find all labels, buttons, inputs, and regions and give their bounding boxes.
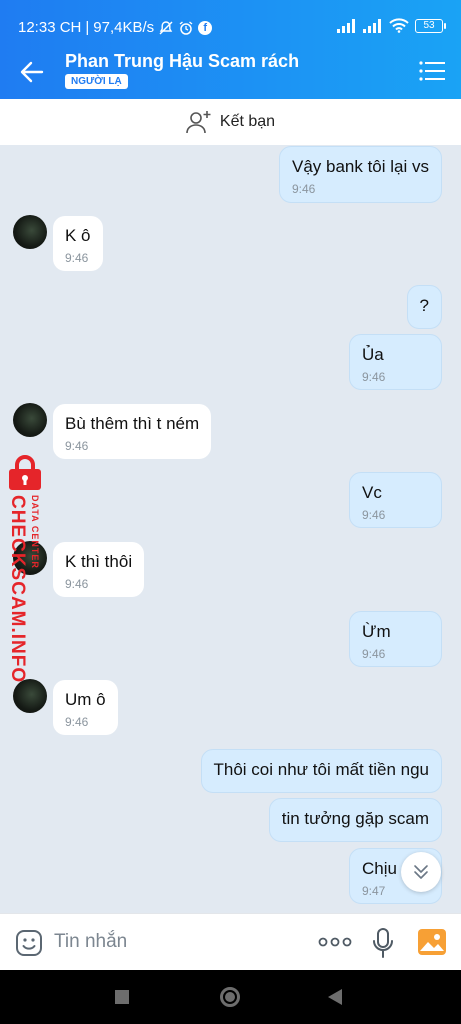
message-list[interactable]: Vậy bank tôi lại vs 9:46 K ô 9:46 ? Ủa 9… (0, 145, 461, 913)
watermark-main-text: CHECKSCAM.INFO (7, 495, 28, 684)
message-text: Vc (362, 483, 382, 502)
message-time: 9:46 (65, 251, 89, 265)
watermark-sub-text: DATA CENTER (30, 495, 40, 569)
add-friend-label: Kết bạn (219, 113, 276, 130)
message-time: 9:46 (65, 439, 89, 453)
message-text: tin tưởng gặp scam (281, 809, 429, 828)
recent-apps-button[interactable] (115, 990, 129, 1004)
facebook-icon: f (198, 20, 213, 35)
message-text: K thì thôi (65, 552, 133, 571)
conversation-title[interactable]: Phan Trung Hậu Scam rách (65, 51, 299, 72)
message-time: 9:46 (291, 182, 316, 196)
double-chevron-down-icon (414, 865, 428, 879)
scroll-to-bottom-button[interactable] (401, 852, 441, 892)
message-input[interactable]: Tin nhắn (54, 931, 127, 953)
message-text: Um ô (65, 690, 106, 709)
message-text: K ô (65, 226, 91, 245)
message-time: 9:46 (362, 370, 386, 384)
message-bubble[interactable]: ? (406, 285, 442, 329)
message-bubble[interactable]: Vc 9:46 (349, 472, 442, 528)
stranger-badge: NGƯỜI LẠ (65, 74, 128, 89)
lock-icon (9, 455, 41, 490)
image-gallery-icon[interactable] (418, 929, 446, 955)
message-composer: Tin nhắn (0, 913, 461, 970)
list-menu-icon[interactable] (419, 60, 445, 82)
message-bubble[interactable]: Ừm 9:46 (349, 611, 442, 667)
message-bubble[interactable]: Thôi coi như tôi mất tiền ngu (200, 749, 442, 793)
message-bubble[interactable]: K ô 9:46 (53, 216, 103, 271)
back-triangle-button[interactable] (328, 989, 342, 1005)
emoji-icon[interactable] (15, 929, 43, 957)
status-right: 53 (337, 18, 446, 33)
mute-bell-icon (159, 20, 173, 34)
message-text: Vậy bank tôi lại vs (291, 157, 429, 176)
more-options-icon[interactable] (318, 931, 352, 953)
message-text: Chịu (362, 859, 397, 878)
microphone-icon[interactable] (372, 927, 394, 959)
checkscam-watermark: CHECKSCAM.INFO DATA CENTER (2, 455, 48, 683)
avatar[interactable] (13, 679, 47, 713)
message-text: Ủa (362, 345, 384, 364)
signal-icon-2 (363, 18, 381, 33)
avatar[interactable] (13, 403, 47, 437)
message-bubble[interactable]: K thì thôi 9:46 (53, 542, 145, 597)
message-time: 9:46 (362, 508, 386, 522)
clock: 12:33 CH (18, 19, 82, 36)
message-text: Bù thêm thì t ném (65, 414, 200, 433)
status-bar: 12:33 CH | 97,4KB/s f 53 (0, 0, 461, 44)
chat-header: 12:33 CH | 97,4KB/s f 53 Phan Trung Hậu … (0, 0, 461, 99)
message-text: Ừm (362, 622, 391, 641)
back-arrow-icon[interactable] (18, 58, 46, 86)
message-bubble[interactable]: tin tưởng gặp scam (268, 798, 442, 842)
message-bubble[interactable]: Ủa 9:46 (349, 334, 442, 390)
add-friend-button[interactable]: Kết bạn (0, 99, 461, 145)
home-button[interactable] (220, 987, 240, 1007)
signal-icon (337, 18, 355, 33)
message-text: Thôi coi như tôi mất tiền ngu (213, 760, 430, 779)
battery-icon: 53 (415, 18, 446, 33)
message-bubble[interactable]: Bù thêm thì t ném 9:46 (53, 404, 212, 459)
add-user-icon (186, 111, 211, 134)
message-time: 9:46 (65, 577, 89, 591)
status-left: 12:33 CH | 97,4KB/s f (18, 19, 213, 36)
alarm-icon (179, 20, 193, 35)
avatar[interactable] (13, 215, 47, 249)
message-time: 9:46 (65, 715, 89, 729)
network-speed: 97,4KB/s (93, 19, 155, 36)
message-bubble[interactable]: Um ô 9:46 (53, 680, 118, 735)
wifi-icon (389, 18, 409, 33)
message-time: 9:46 (362, 647, 386, 661)
message-text: ? (419, 296, 429, 315)
message-bubble[interactable]: Vậy bank tôi lại vs 9:46 (278, 146, 442, 203)
system-nav-bar (0, 970, 461, 1024)
